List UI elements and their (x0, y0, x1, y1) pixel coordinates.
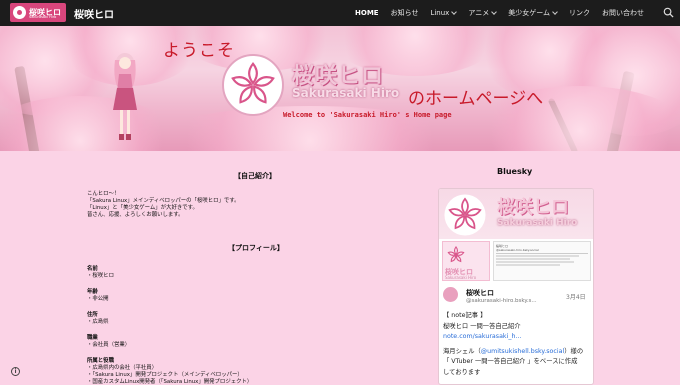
sakura-logo-icon (13, 6, 26, 19)
nav-item-label: HOME (355, 9, 379, 17)
intro-heading: 【自己紹介】 (234, 172, 276, 180)
bluesky-heading: Bluesky (497, 167, 533, 176)
nav-item[interactable]: リンク (569, 8, 590, 18)
profile-label: 名前 (87, 266, 98, 272)
doc-text-line (496, 264, 561, 266)
nav-item-label: お問い合わせ (602, 9, 644, 17)
chevron-down-icon (491, 9, 498, 15)
avatar[interactable] (443, 287, 458, 302)
post-line: 【 note記事 】 (443, 312, 487, 319)
post-line: 「 VTuber 一問一答自己紹介 」をベースに作成 (443, 358, 578, 365)
bluesky-profile-banner: 桜咲ヒロ Sakurasaki Hiro (439, 189, 593, 239)
bluesky-handle[interactable]: @sakurasaki-hiro.bsky.s... (466, 298, 537, 304)
profile-value: ・会社員（営業） (87, 342, 131, 348)
nav-item[interactable]: 美少女ゲーム (508, 8, 558, 18)
sakura-emblem-icon (222, 54, 284, 116)
nav-item-label: 美少女ゲーム (508, 9, 550, 17)
site-title[interactable]: 桜咲ヒロ (74, 6, 114, 21)
banner-welcome-text: ようこそ (163, 41, 235, 61)
bluesky-banner-brand: 桜咲ヒロ (497, 197, 569, 218)
top-navigation-bar: 桜咲ヒロ Sakurasaki Hiro 桜咲ヒロ HOME お知らせ Linux ア… (0, 0, 680, 26)
sakura-emblem-icon (447, 246, 465, 263)
post-line: しております (443, 368, 481, 376)
character-illustration (113, 53, 137, 140)
profile-item: 職業 ・会社員（営業） (87, 335, 130, 349)
post-link[interactable]: note.com/sakurasaki_h... (443, 332, 591, 343)
thumbnail-brand-en: Sakurasaki Hiro (445, 275, 477, 280)
profile-item: 所属と役職 ・広島県内の会社（平社員） ・「Sakura Linux」開発プロジ… (87, 358, 252, 385)
doc-divider (496, 253, 588, 254)
profile-label: 所属と役職 (87, 358, 114, 364)
bluesky-post-text: 【 note記事 】 桜咲ヒロ 一問一答自己紹介 note.com/sakura… (443, 311, 591, 378)
nav-item[interactable]: お問い合わせ (602, 8, 644, 18)
bluesky-image-thumbnail[interactable]: 桜咲ヒロ Sakurasaki Hiro (442, 241, 490, 281)
bluesky-display-name[interactable]: 桜咲ヒロ (466, 288, 494, 298)
profile-item: 年齢 ・非公開 (87, 289, 109, 303)
banner-homepage-text: のホームページへ (408, 89, 544, 109)
profile-label: 職業 (87, 335, 98, 341)
bluesky-embed[interactable]: 桜咲ヒロ Sakurasaki Hiro 桜咲ヒロ Sakurasaki Hir… (438, 188, 594, 385)
post-text-segment: ）様の (564, 347, 584, 355)
doc-text-line (496, 261, 575, 263)
profile-item: 名前 ・桜咲ヒロ (87, 266, 114, 280)
profile-value: ・桜咲ヒロ (87, 273, 114, 279)
post-text-segment: 海月シェル（ (443, 347, 481, 355)
profile-item: 住所 ・広島県 (87, 312, 109, 326)
doc-subheading: @sakurasaki-hiro.bsky.social (496, 248, 539, 252)
nav-item[interactable]: Linux (430, 9, 458, 17)
banner-welcome-en: Welcome to 'Sakurasaki Hiro' s Home page (283, 111, 452, 119)
profile-label: 住所 (87, 312, 98, 318)
nav-item-label: Linux (430, 9, 450, 17)
post-line: 海月シェル（@umitsukishell.bsky.social）様の (443, 347, 591, 358)
profile-heading: 【プロフィール】 (228, 244, 284, 252)
info-icon[interactable]: i (11, 367, 20, 376)
chevron-down-icon (552, 9, 558, 15)
sakura-emblem-icon (444, 194, 486, 236)
intro-text: こんヒロ〜！ 「Sakura Linux」メインディベロッパーの「桜咲ヒロ」です… (87, 191, 240, 218)
site-logo[interactable]: 桜咲ヒロ Sakurasaki Hiro (10, 3, 66, 22)
profile-value: ・非公開 (87, 296, 109, 302)
banner-brand-en: Sakurasaki Hiro (292, 86, 400, 100)
nav-item[interactable]: HOME (355, 9, 379, 17)
profile-value: ・広島県内の会社（平社員） ・「Sakura Linux」開発プロジェクト（メイ… (87, 365, 253, 385)
nav-item[interactable]: アニメ (468, 8, 498, 18)
nav-item[interactable]: お知らせ (391, 8, 419, 18)
bluesky-banner-brand-en: Sakurasaki Hiro (497, 218, 578, 228)
logo-subtext: Sakurasaki Hiro (29, 15, 57, 19)
profile-label: 年齢 (87, 289, 98, 295)
hero-banner: ようこそ 桜咲ヒロ Sakurasaki Hiro のホームページへ Welco… (0, 26, 680, 151)
profile-value: ・広島県 (87, 319, 109, 325)
bluesky-document-thumbnail[interactable]: 桜咲ヒロ @sakurasaki-hiro.bsky.social (493, 241, 591, 281)
search-icon[interactable] (663, 7, 674, 18)
post-date[interactable]: 3月4日 (566, 292, 586, 301)
post-line: 桜咲ヒロ 一問一答自己紹介 (443, 322, 521, 330)
doc-text-line (496, 255, 579, 257)
chevron-down-icon (451, 9, 458, 15)
nav-item-label: お知らせ (390, 9, 419, 17)
nav-item-label: リンク (569, 9, 590, 17)
post-mention[interactable]: @umitsukishell.bsky.social (481, 348, 564, 355)
nav-item-label: アニメ (468, 9, 490, 17)
doc-text-line (496, 258, 570, 260)
main-nav: HOME お知らせ Linux アニメ 美少女ゲーム リンク お問い合わせ (355, 0, 656, 26)
